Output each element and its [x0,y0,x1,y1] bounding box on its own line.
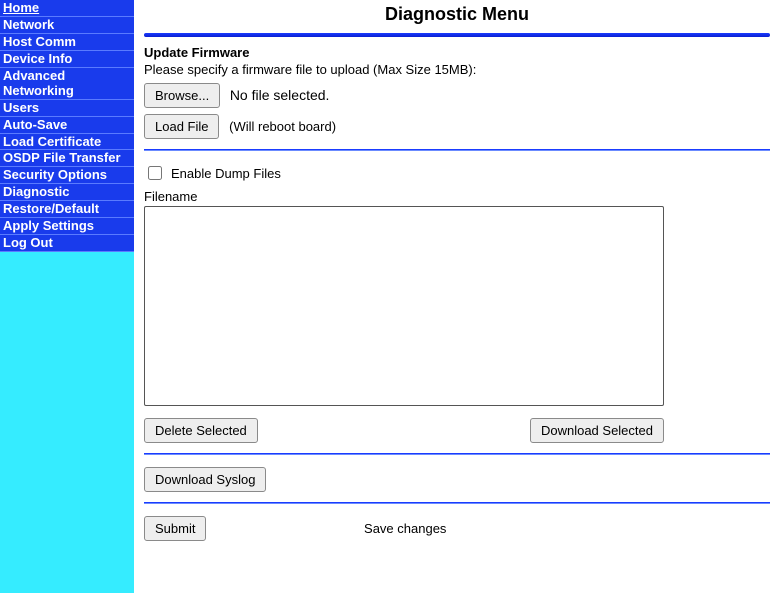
nav-diagnostic[interactable]: Diagnostic [0,184,134,201]
nav-osdp-file-transfer[interactable]: OSDP File Transfer [0,150,134,167]
nav-host-comm[interactable]: Host Comm [0,34,134,51]
load-file-button[interactable]: Load File [144,114,219,139]
divider-3 [144,502,770,504]
nav-home[interactable]: Home [0,0,134,17]
page-title: Diagnostic Menu [144,4,770,25]
nav-menu: Home Network Host Comm Device Info Advan… [0,0,134,252]
enable-dump-files-label: Enable Dump Files [171,166,281,181]
main-content: Diagnostic Menu Update Firmware Please s… [134,0,780,593]
nav-restore-default[interactable]: Restore/Default [0,201,134,218]
title-rule [144,33,770,37]
divider-1 [144,149,770,151]
nav-device-info[interactable]: Device Info [0,51,134,68]
nav-load-certificate[interactable]: Load Certificate [0,134,134,151]
nav-auto-save[interactable]: Auto-Save [0,117,134,134]
submit-button[interactable]: Submit [144,516,206,541]
update-firmware-hint: Please specify a firmware file to upload… [144,62,770,77]
file-status: No file selected. [230,87,330,103]
filename-label: Filename [144,189,770,204]
nav-users[interactable]: Users [0,100,134,117]
download-selected-button[interactable]: Download Selected [530,418,664,443]
divider-2 [144,453,770,455]
update-firmware-heading: Update Firmware [144,45,770,60]
nav-apply-settings[interactable]: Apply Settings [0,218,134,235]
load-file-note: (Will reboot board) [229,119,336,134]
delete-selected-button[interactable]: Delete Selected [144,418,258,443]
nav-security-options[interactable]: Security Options [0,167,134,184]
nav-network[interactable]: Network [0,17,134,34]
browse-button[interactable]: Browse... [144,83,220,108]
dump-file-list[interactable] [144,206,664,406]
download-syslog-button[interactable]: Download Syslog [144,467,266,492]
nav-advanced-networking[interactable]: Advanced Networking [0,68,134,100]
sidebar: Home Network Host Comm Device Info Advan… [0,0,134,593]
nav-log-out[interactable]: Log Out [0,235,134,252]
save-changes-label: Save changes [206,521,604,536]
enable-dump-files-checkbox[interactable] [148,166,162,180]
